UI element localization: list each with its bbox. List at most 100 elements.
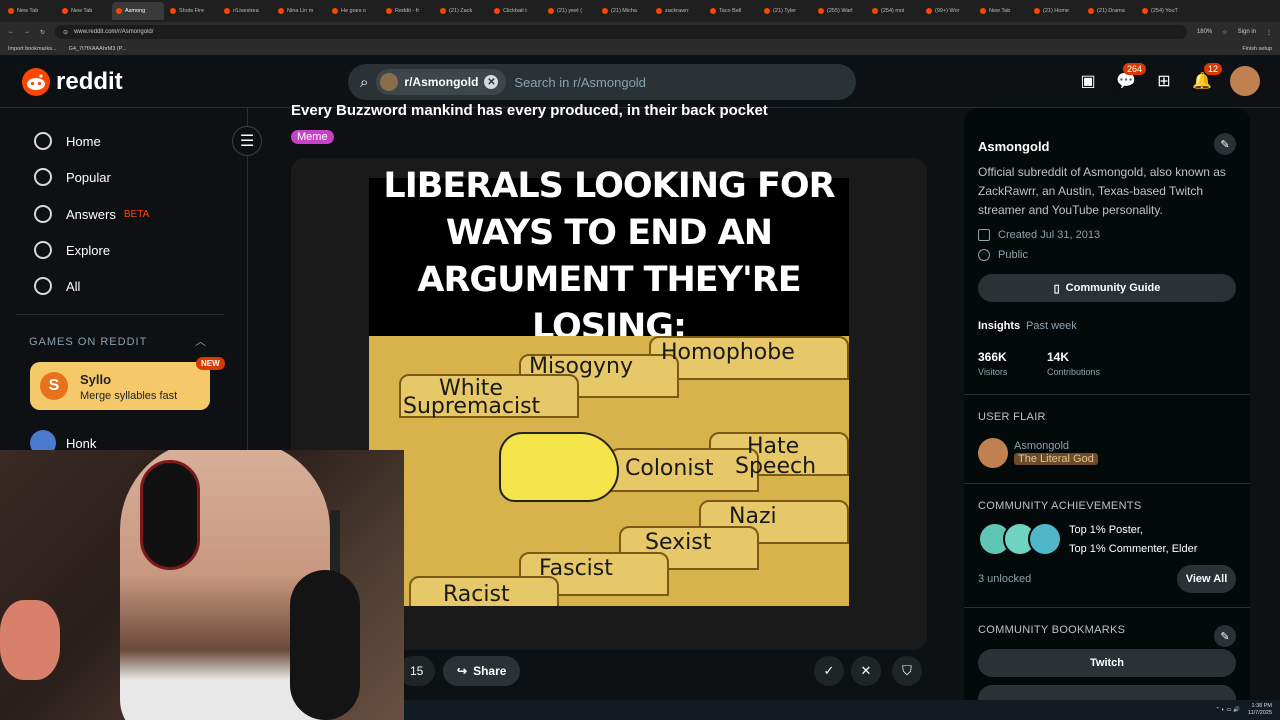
tray-icons[interactable]: ⌃ ◐ ▭ 🔊 [1215,707,1240,713]
browser-tab[interactable]: Reddit - fr [382,2,434,20]
bookmark-item[interactable]: Import bookmarks... [8,46,57,52]
insights-range[interactable]: Past week [1026,320,1077,332]
notification-badge: 12 [1203,63,1222,75]
tab-title: (21) Micha [611,8,637,14]
tab-title: Reddit - fr [395,8,420,14]
browser-tab[interactable]: (21) Zack [436,2,488,20]
tab-title: (21) Tyler [773,8,797,14]
post-title[interactable]: Every Buzzword mankind has every produce… [291,102,768,119]
system-clock[interactable]: 1:38 PM 11/7/2025 [1248,703,1272,717]
meme-caption-line: LIBERALS LOOKING FOR [383,165,835,206]
browser-tab[interactable]: (21) Home [1030,2,1082,20]
search-input[interactable]: Search in r/Asmongold [514,75,646,90]
edit-community-button[interactable]: ✎ [1214,133,1236,155]
tab-favicon-icon [926,8,932,14]
create-post-icon[interactable]: ⊞ [1154,71,1174,91]
browser-tab[interactable]: New Tab [58,2,110,20]
zoom-level[interactable]: 180% [1197,29,1212,35]
mod-shield-button[interactable]: ⛉ [892,656,922,686]
syllo-game-card[interactable]: S Syllo Merge syllables fast [30,362,210,410]
browser-tab[interactable]: r/Livestrea [220,2,272,20]
browser-tab[interactable]: He goes o [328,2,380,20]
sign-in-button[interactable]: Sign in [1238,29,1256,35]
browser-tab[interactable]: (254) YouT [1138,2,1190,20]
browser-tab[interactable]: (21) Drama [1084,2,1136,20]
chat-icon[interactable]: 💬 264 [1116,63,1146,91]
reddit-logo[interactable]: reddit [22,68,123,96]
advertise-icon[interactable]: ▣ [1078,71,1098,91]
collapse-nav-button[interactable]: ☰ [232,126,262,156]
browser-tab[interactable]: (99+) Wor [922,2,974,20]
post-flair[interactable]: Meme [291,130,334,144]
browser-tab[interactable]: Nina Lin m [274,2,326,20]
sidebar-divider [964,607,1250,608]
tab-favicon-icon [980,8,986,14]
tab-favicon-icon [224,8,230,14]
bookmark-item[interactable]: G4_7t7fXAAAhrM3 (P... [69,46,127,52]
url-field[interactable]: ⊝ www.reddit.com/r/Asmongold/ [55,25,1187,39]
folder-label: Sexist [645,530,712,555]
tab-favicon-icon [170,8,176,14]
browser-tab[interactable]: (254) moi [868,2,920,20]
nav-all[interactable]: All [34,277,80,295]
remove-button[interactable]: ✕ [851,656,881,686]
headset [140,460,200,570]
tab-favicon-icon [494,8,500,14]
achievement-badge-icon[interactable] [1028,522,1062,556]
community-created: Created Jul 31, 2013 [978,229,1100,241]
site-info-icon[interactable]: ⊝ [63,29,68,36]
back-icon[interactable]: ← [8,29,14,35]
forward-icon[interactable]: → [24,29,30,35]
browser-tab[interactable]: (21) yeet ( [544,2,596,20]
browser-tab[interactable]: Taco Bell [706,2,758,20]
notifications-icon[interactable]: 🔔 12 [1192,63,1222,91]
nav-explore[interactable]: Explore [34,241,110,259]
user-flair-tag[interactable]: The Literal God [1014,453,1098,465]
tab-title: (254) moi [881,8,905,14]
shield-icon: ⛉ [902,663,912,678]
tab-favicon-icon [872,8,878,14]
meme-caption-area: LIBERALS LOOKING FOR WAYS TO END AN ARGU… [369,166,849,347]
share-button[interactable]: ↪ Share [443,656,521,686]
nav-answers[interactable]: Answers BETA [34,205,149,223]
games-heading[interactable]: GAMES ON REDDIT [29,336,147,348]
nav-popular[interactable]: Popular [34,168,111,186]
browser-tab[interactable]: Shots Fire [166,2,218,20]
browser-tab[interactable]: (255) Warl [814,2,866,20]
tab-title: r/Livestrea [233,8,259,14]
chevron-up-icon[interactable]: ︿ [195,333,206,349]
pencil-icon: ✎ [1220,138,1230,151]
approve-button[interactable]: ✓ [814,656,844,686]
honk-label: Honk [66,435,97,451]
browser-tab[interactable]: zackrawrr [652,2,704,20]
browser-tab[interactable]: (21) Micha [598,2,650,20]
all-icon [34,277,52,295]
search-bar[interactable]: ⌕ r/Asmongold ✕ Search in r/Asmongold [348,64,856,100]
chat-badge: 264 [1122,63,1146,75]
browser-tab[interactable]: New Tab [4,2,56,20]
view-all-button[interactable]: View All [1177,565,1236,593]
new-badge: NEW [196,357,225,370]
clear-chip-icon[interactable]: ✕ [484,75,499,89]
browser-tab[interactable]: New Tab [976,2,1028,20]
browser-tab[interactable]: Clickbait t [490,2,542,20]
community-guide-button[interactable]: ▯ Community Guide [978,274,1236,302]
nav-label: Home [66,133,101,149]
reload-icon[interactable]: ↻ [40,29,45,36]
user-avatar[interactable] [1230,66,1260,96]
community-search-chip[interactable]: r/Asmongold ✕ [376,69,507,95]
insights-label[interactable]: Insights [978,320,1020,332]
popular-icon [34,168,52,186]
syllo-subtitle: Merge syllables fast [80,390,178,402]
nav-label: All [66,278,81,294]
nav-home[interactable]: Home [34,132,101,150]
cake-icon [978,229,990,241]
browser-tab[interactable]: (21) Tyler [760,2,812,20]
edit-bookmarks-button[interactable]: ✎ [1214,625,1236,647]
tab-title: Nina Lin m [287,8,314,14]
bookmark-star-icon[interactable]: ☆ [1222,29,1227,36]
browser-menu-icon[interactable]: ⋮ [1266,29,1272,36]
finish-setup-button[interactable]: Finish setup [1242,46,1272,52]
twitch-bookmark-button[interactable]: Twitch [978,649,1236,677]
browser-tab[interactable]: Asmong [112,2,164,20]
